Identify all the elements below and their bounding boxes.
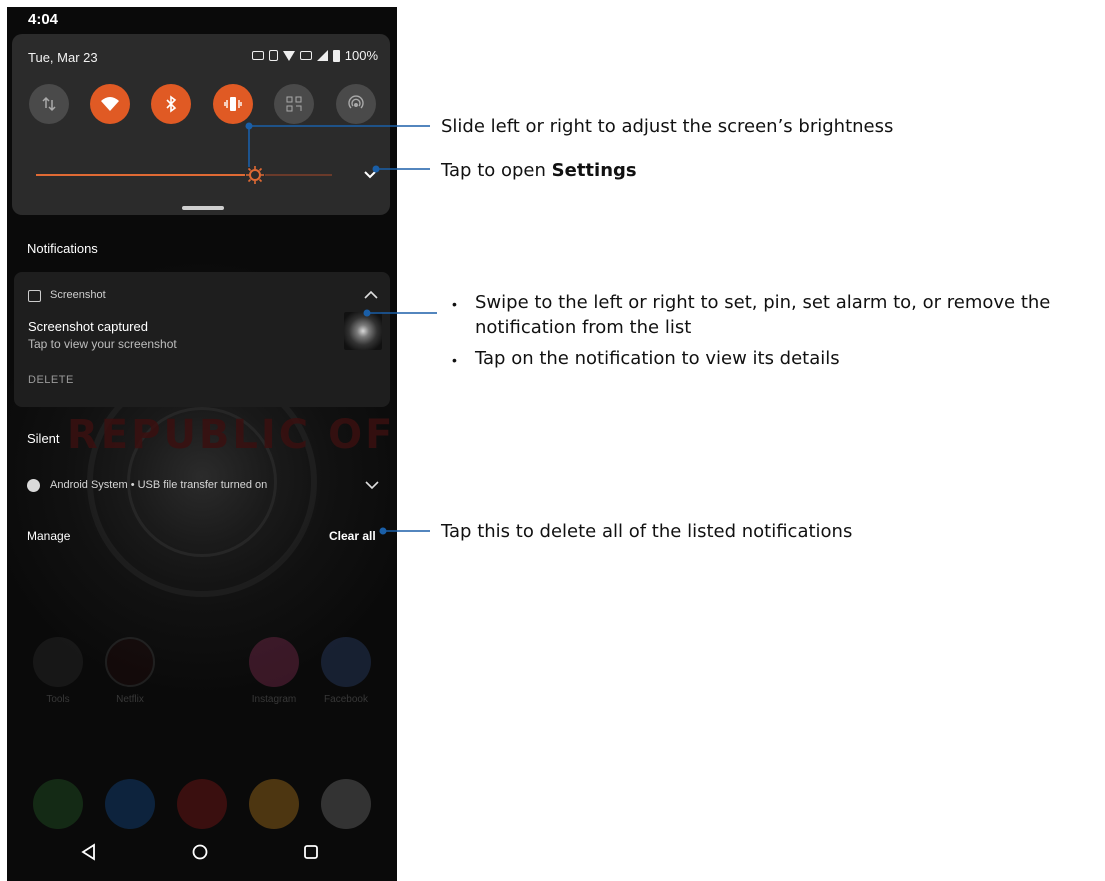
bullet-marker: •	[452, 352, 457, 368]
quick-settings-panel: Tue, Mar 23 100%	[12, 34, 390, 215]
manage-button[interactable]: Manage	[27, 529, 70, 543]
signal-icon	[316, 50, 328, 61]
wifi-tile[interactable]	[90, 84, 130, 124]
home-apps-row: Tools Netflix Instagram Facebook	[7, 637, 397, 717]
messages-icon	[105, 779, 155, 829]
swipe-annotation-line2: notification from the list	[475, 317, 692, 338]
nfc-icon	[348, 95, 364, 109]
brightness-annotation: Slide left or right to adjust the screen…	[441, 116, 894, 137]
clear-all-button[interactable]: Clear all	[329, 529, 376, 543]
instagram-icon	[249, 637, 299, 687]
notifications-heading: Notifications	[27, 241, 98, 256]
brightness-slider[interactable]	[36, 166, 332, 184]
netflix-icon	[105, 637, 155, 687]
camera-icon	[321, 779, 371, 829]
qs-tiles	[29, 84, 377, 124]
swipe-annotation-line1: Swipe to the left or right to set, pin, …	[475, 292, 1051, 313]
settings-annotation: Tap to open Settings	[441, 160, 637, 181]
qr-code-icon	[286, 96, 302, 112]
wallpaper-logo-text: REPUBLIC OF	[67, 412, 396, 458]
notification-app-name: Screenshot	[50, 289, 106, 301]
wifi-status-icon	[282, 50, 295, 61]
status-time: 4:04	[28, 11, 59, 28]
delete-action-button[interactable]: DELETE	[28, 374, 74, 386]
battery-icon	[332, 49, 340, 62]
phone-screen: REPUBLIC OF 4:04 Tue, Mar 23 100% Notifi…	[7, 7, 397, 881]
bullet-marker: •	[452, 296, 457, 312]
clear-all-annotation: Tap this to delete all of the listed not…	[441, 521, 853, 542]
vibrate-status-icon	[268, 50, 278, 61]
app-label: Tools	[46, 694, 70, 705]
settings-annotation-prefix: Tap to open	[441, 160, 552, 181]
brightness-thumb-icon[interactable]	[245, 165, 265, 185]
screenshot-notification[interactable]: Screenshot Screenshot captured Tap to vi…	[14, 272, 390, 407]
brightness-track-rest	[265, 174, 332, 176]
facebook-icon	[321, 637, 371, 687]
bluetooth-icon	[166, 95, 177, 113]
notification-title: Screenshot captured	[28, 319, 148, 334]
home-icon[interactable]	[191, 843, 209, 861]
vibrate-tile[interactable]	[213, 84, 253, 124]
qs-status-icons: 100%	[251, 48, 378, 63]
chevron-down-icon[interactable]	[365, 479, 379, 491]
settings-annotation-bold: Settings	[551, 160, 637, 181]
android-system-notification[interactable]: Android System • USB file transfer turne…	[14, 467, 390, 503]
qs-date: Tue, Mar 23	[28, 50, 98, 65]
swipe-annotation: Swipe to the left or right to set, pin, …	[475, 290, 1105, 340]
usb-icon	[299, 51, 312, 60]
nfc-tile[interactable]	[336, 84, 376, 124]
keyboard-icon	[251, 51, 264, 60]
screenshot-thumbnail	[344, 312, 382, 350]
wifi-icon	[101, 97, 119, 111]
mobile-data-tile[interactable]	[29, 84, 69, 124]
navigation-bar	[7, 825, 397, 881]
chevron-down-icon[interactable]	[363, 168, 377, 182]
chevron-up-icon[interactable]	[364, 289, 378, 301]
armoury-icon	[177, 779, 227, 829]
silent-heading: Silent	[27, 431, 60, 446]
phone-icon	[33, 779, 83, 829]
android-system-icon	[27, 479, 40, 492]
android-system-text: Android System • USB file transfer turne…	[50, 479, 268, 491]
status-bar: 4:04	[7, 7, 397, 33]
app-label: Netflix	[116, 694, 144, 705]
notification-text: Tap to view your screenshot	[28, 337, 177, 351]
chrome-icon	[249, 779, 299, 829]
battery-percent: 100%	[344, 48, 378, 63]
recents-icon[interactable]	[302, 843, 320, 861]
back-icon[interactable]	[80, 843, 98, 861]
vibrate-icon	[224, 97, 242, 111]
app-label: Facebook	[324, 694, 368, 705]
brightness-fill	[36, 174, 245, 176]
panel-drag-handle[interactable]	[182, 206, 224, 210]
app-label: Instagram	[251, 694, 297, 705]
data-arrows-icon	[42, 96, 56, 112]
image-icon	[28, 290, 41, 302]
home-dock	[7, 779, 397, 829]
tap-details-annotation: Tap on the notification to view its deta…	[475, 348, 840, 369]
tools-folder-icon	[33, 637, 83, 687]
bluetooth-tile[interactable]	[151, 84, 191, 124]
qr-scan-tile[interactable]	[274, 84, 314, 124]
